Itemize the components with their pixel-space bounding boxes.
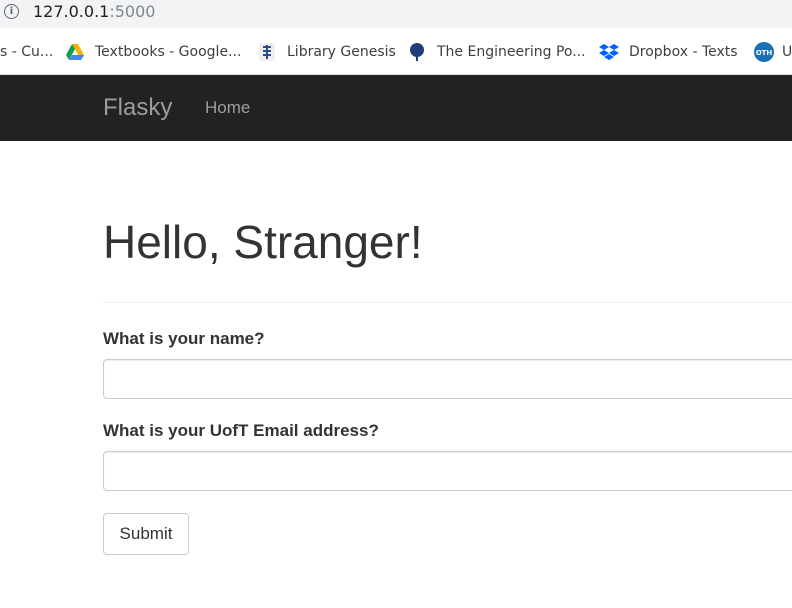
tree-icon: [407, 42, 427, 62]
divider: [103, 302, 792, 303]
oth-badge-text: OTH: [756, 49, 773, 57]
bookmark-engineering[interactable]: The Engineering Po...: [407, 42, 586, 62]
library-genesis-icon: [257, 42, 277, 62]
url-port: :5000: [109, 2, 156, 21]
url-host: 127.0.0.1: [33, 2, 110, 21]
email-input[interactable]: [103, 451, 792, 491]
bookmark-label: s - Cu...: [0, 44, 54, 60]
navbar: Flasky Home: [0, 75, 792, 141]
dropbox-icon: [599, 42, 619, 62]
oth-badge-icon: OTH: [754, 42, 774, 62]
bookmark-label: The Engineering Po...: [437, 44, 586, 60]
bookmark-library-genesis[interactable]: Library Genesis: [257, 42, 396, 62]
navbar-brand[interactable]: Flasky: [103, 94, 172, 122]
bookmark-label: Textbooks - Google...: [95, 44, 242, 60]
name-label: What is your name?: [103, 329, 265, 348]
google-drive-icon: [65, 42, 85, 62]
bookmark-oth[interactable]: OTH U: [754, 42, 792, 62]
bookmark-label: Dropbox - Texts: [629, 44, 738, 60]
bookmark-label: Library Genesis: [287, 44, 396, 60]
info-icon[interactable]: i: [4, 4, 19, 19]
email-label: What is your UofT Email address?: [103, 421, 379, 440]
bookmark-dropbox[interactable]: Dropbox - Texts: [599, 42, 738, 62]
address-bar[interactable]: i 127.0.0.1:5000: [0, 0, 792, 28]
bookmark-textbooks[interactable]: Textbooks - Google...: [65, 42, 241, 62]
name-input[interactable]: [103, 359, 792, 399]
submit-button[interactable]: Submit: [103, 513, 189, 555]
page-title: Hello, Stranger!: [103, 216, 423, 268]
bookmarks-bar: s - Cu... Textbooks - Google... Library …: [0, 28, 792, 75]
nav-home-link[interactable]: Home: [205, 98, 250, 118]
bookmark-label: U: [782, 44, 792, 60]
bookmark-item[interactable]: s - Cu...: [0, 42, 53, 62]
url-text[interactable]: 127.0.0.1:5000: [33, 2, 155, 21]
